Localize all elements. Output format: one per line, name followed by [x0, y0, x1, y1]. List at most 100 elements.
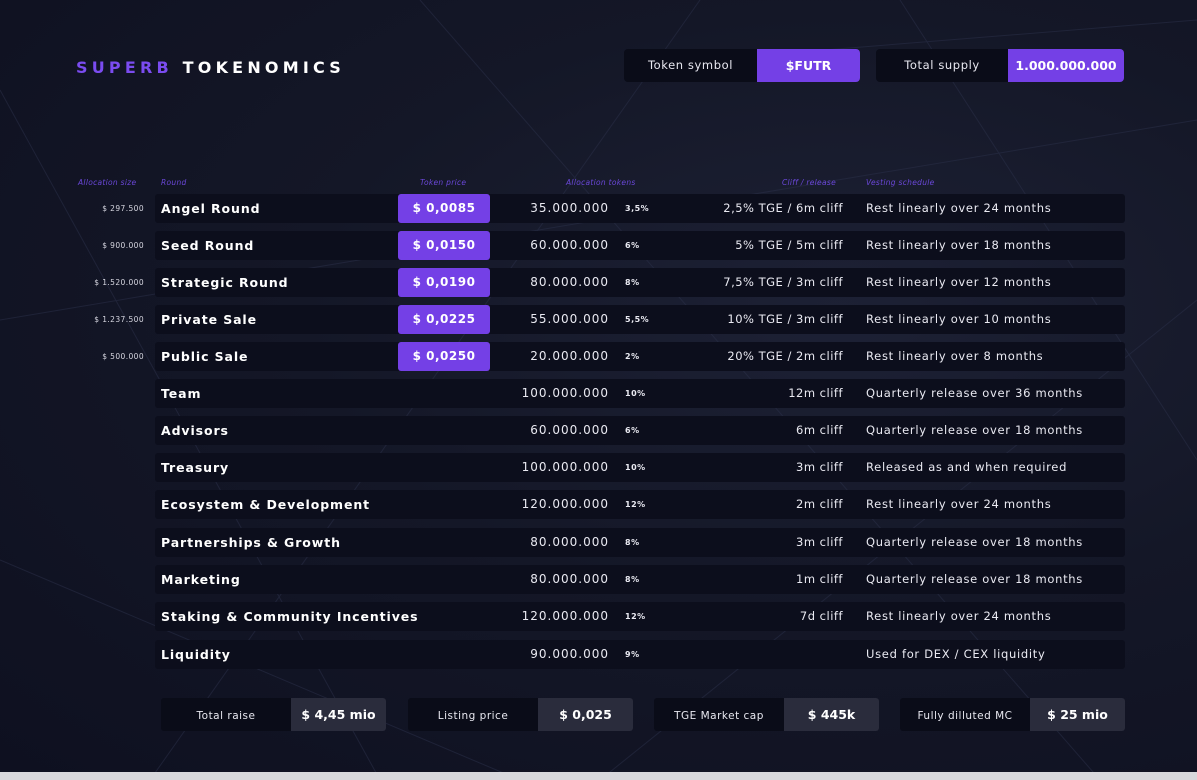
stat-fully-diluted-mc: Fully dilluted MC $ 25 mio [900, 698, 1125, 731]
round-name: Angel Round [161, 201, 261, 216]
stat-value: $ 445k [784, 698, 879, 731]
cliff-release: 10% TGE / 3m cliff [727, 312, 843, 326]
stat-label: Total raise [196, 710, 256, 722]
stat-tge-market-cap: TGE Market cap $ 445k [654, 698, 879, 731]
allocation-tokens: 55.000.000 [530, 312, 609, 326]
table-row: Partnerships & Growth 80.000.000 8% 3m c… [155, 528, 1125, 557]
table-row: Marketing 80.000.000 8% 1m cliff Quarter… [155, 565, 1125, 594]
allocation-size: $ 1.237.500 [94, 315, 144, 324]
vesting-schedule: Quarterly release over 36 months [866, 386, 1083, 400]
round-name: Marketing [161, 572, 241, 587]
vesting-schedule: Quarterly release over 18 months [866, 423, 1083, 437]
allocation-percent: 8% [625, 575, 640, 584]
allocation-tokens: 100.000.000 [521, 386, 609, 400]
allocation-percent: 8% [625, 278, 640, 287]
table-row: Advisors 60.000.000 6% 6m cliff Quarterl… [155, 416, 1125, 445]
token-price-badge: $ 0,0085 [398, 194, 490, 223]
allocation-tokens: 80.000.000 [530, 572, 609, 586]
table-row: Staking & Community Incentives 120.000.0… [155, 602, 1125, 631]
allocation-percent: 12% [625, 500, 646, 509]
table-row: Treasury 100.000.000 10% 3m cliff Releas… [155, 453, 1125, 482]
brand-part1: SUPERB [76, 58, 173, 77]
token-symbol-pill: Token symbol $FUTR [624, 49, 860, 82]
header-cliff-release: Cliff / release [782, 178, 836, 187]
cliff-release: 1m cliff [796, 572, 843, 586]
allocation-tokens: 20.000.000 [530, 349, 609, 363]
header-allocation-tokens: Allocation tokens [566, 178, 636, 187]
cliff-release: 7d cliff [799, 609, 843, 623]
vesting-schedule: Rest linearly over 24 months [866, 609, 1052, 623]
cliff-release: 12m cliff [788, 386, 843, 400]
total-supply-pill: Total supply 1.000.000.000 [876, 49, 1124, 82]
table-row: $ 500.000 Public Sale $ 0,0250 20.000.00… [102, 342, 1125, 371]
token-symbol-label: Token symbol [647, 58, 734, 72]
header-token-price: Token price [420, 178, 467, 187]
stat-value: $ 25 mio [1030, 698, 1125, 731]
allocation-tokens: 80.000.000 [530, 535, 609, 549]
round-name: Advisors [161, 423, 229, 438]
allocation-percent: 10% [625, 389, 646, 398]
stat-label: Listing price [437, 710, 509, 722]
header-allocation-size: Allocation size [78, 178, 137, 187]
round-name: Staking & Community Incentives [161, 609, 419, 624]
table-row: $ 297.500 Angel Round $ 0,0085 35.000.00… [102, 194, 1125, 223]
cliff-release: 6m cliff [796, 423, 843, 437]
cliff-release: 2,5% TGE / 6m cliff [723, 201, 843, 215]
token-price-badge: $ 0,0190 [398, 268, 490, 297]
cliff-release: 20% TGE / 2m cliff [727, 349, 843, 363]
allocation-percent: 6% [625, 426, 640, 435]
vesting-schedule: Rest linearly over 10 months [866, 312, 1052, 326]
cliff-release: 2m cliff [796, 497, 843, 511]
allocation-size: $ 1.520.000 [94, 278, 144, 287]
vesting-schedule: Rest linearly over 8 months [866, 349, 1044, 363]
stat-value: $ 0,025 [538, 698, 633, 731]
brand-part2: TOKENOMICS [182, 58, 345, 77]
cliff-release: 5% TGE / 5m cliff [735, 238, 843, 252]
round-name: Ecosystem & Development [161, 497, 371, 512]
allocation-tokens: 120.000.000 [521, 609, 609, 623]
cliff-release: 7,5% TGE / 3m cliff [723, 275, 843, 289]
allocation-size: $ 900.000 [102, 241, 144, 250]
allocation-percent: 6% [625, 241, 640, 250]
allocation-tokens: 90.000.000 [530, 647, 609, 661]
allocation-tokens: 120.000.000 [521, 497, 609, 511]
vesting-schedule: Quarterly release over 18 months [866, 535, 1083, 549]
vesting-schedule: Rest linearly over 24 months [866, 497, 1052, 511]
allocation-percent: 5,5% [625, 315, 650, 324]
allocation-percent: 9% [625, 650, 640, 659]
round-name: Treasury [161, 460, 230, 475]
table-row: Liquidity 90.000.000 9% Used for DEX / C… [155, 640, 1125, 669]
token-symbol-value: $FUTR [757, 49, 860, 82]
vesting-schedule: Rest linearly over 24 months [866, 201, 1052, 215]
stat-label: TGE Market cap [674, 710, 764, 722]
token-price-badge: $ 0,0150 [398, 231, 490, 260]
vesting-schedule: Rest linearly over 18 months [866, 238, 1052, 252]
allocation-size: $ 297.500 [102, 204, 144, 213]
vesting-schedule: Released as and when required [866, 460, 1068, 474]
cliff-release: 3m cliff [796, 460, 843, 474]
allocation-tokens: 100.000.000 [521, 460, 609, 474]
round-name: Strategic Round [161, 275, 289, 290]
round-name: Liquidity [161, 647, 231, 662]
round-name: Partnerships & Growth [161, 535, 341, 550]
stat-value: $ 4,45 mio [291, 698, 386, 731]
allocation-percent: 2% [625, 352, 640, 361]
allocation-percent: 3,5% [625, 204, 650, 213]
total-supply-value: 1.000.000.000 [1008, 49, 1124, 82]
stat-label: Fully dilluted MC [917, 710, 1013, 722]
allocation-size: $ 500.000 [102, 352, 144, 361]
header-vesting-schedule: Vesting schedule [866, 178, 935, 187]
table-row: $ 1.237.500 Private Sale $ 0,0225 55.000… [94, 305, 1125, 334]
table-row: Ecosystem & Development 120.000.000 12% … [155, 490, 1125, 519]
token-price-badge: $ 0,0250 [398, 342, 490, 371]
brand-logo: SUPERB TOKENOMICS [76, 58, 345, 77]
allocation-tokens: 80.000.000 [530, 275, 609, 289]
vesting-schedule: Rest linearly over 12 months [866, 275, 1052, 289]
vesting-schedule: Quarterly release over 18 months [866, 572, 1083, 586]
table-row: $ 1.520.000 Strategic Round $ 0,0190 80.… [94, 268, 1125, 297]
allocation-tokens: 35.000.000 [530, 201, 609, 215]
allocation-percent: 12% [625, 612, 646, 621]
allocation-tokens: 60.000.000 [530, 423, 609, 437]
round-name: Team [161, 386, 202, 401]
header-round: Round [161, 178, 187, 187]
